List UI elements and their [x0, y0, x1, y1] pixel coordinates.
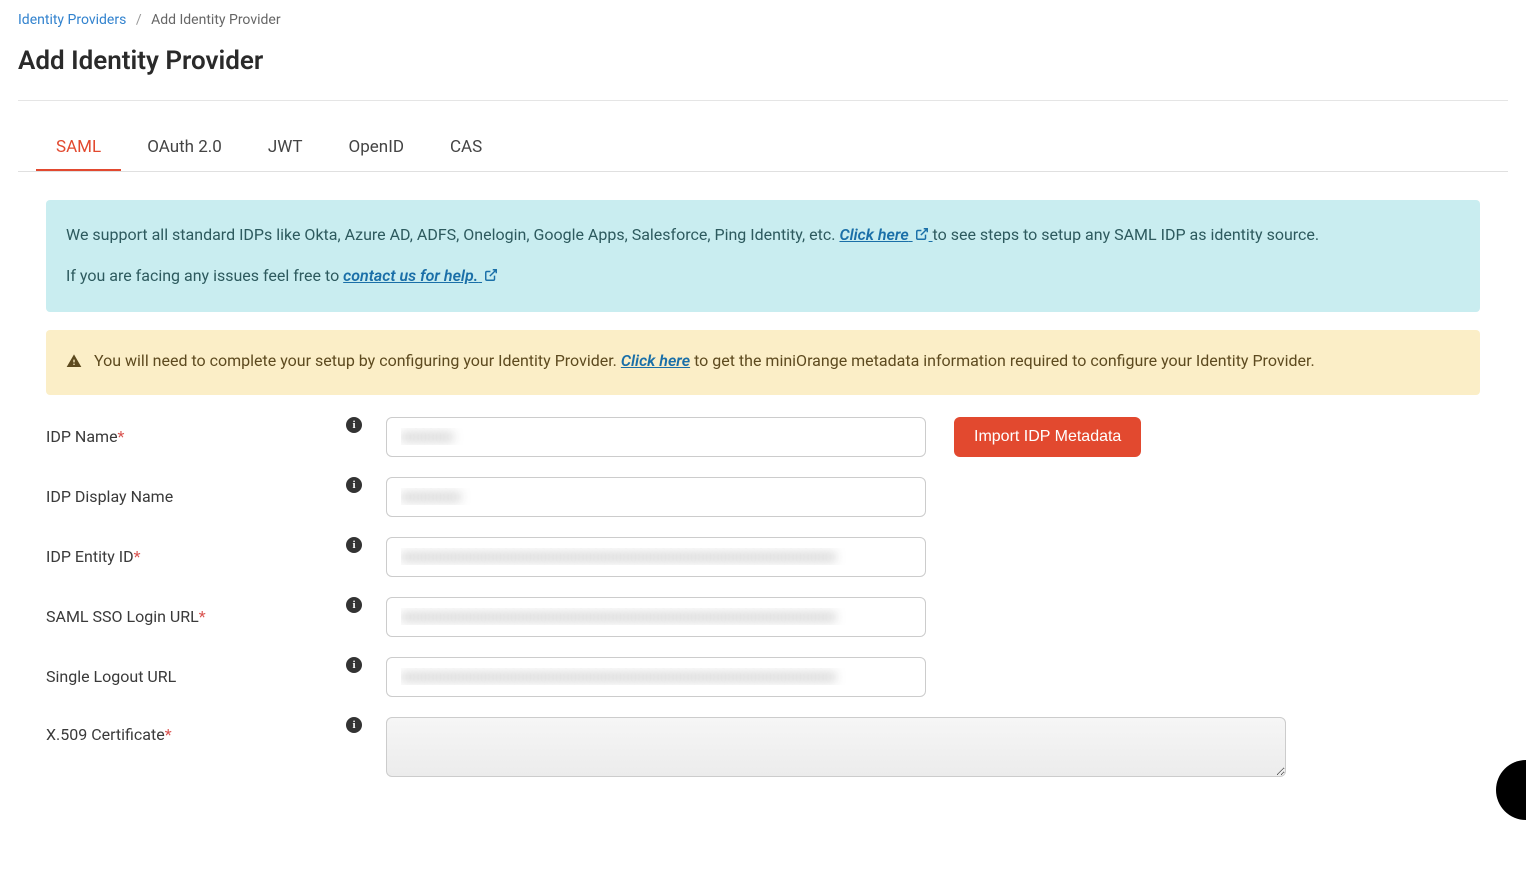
info-icon[interactable]: i [346, 417, 362, 433]
idp-name-input[interactable] [386, 417, 926, 457]
breadcrumb-current: Add Identity Provider [151, 12, 281, 28]
x509-certificate-input[interactable] [386, 717, 1286, 777]
warning-box: You will need to complete your setup by … [46, 330, 1480, 395]
breadcrumb: Identity Providers / Add Identity Provid… [18, 12, 1508, 28]
row-idp-display-name: IDP Display Name i [46, 477, 1480, 517]
breadcrumb-parent-link[interactable]: Identity Providers [18, 12, 126, 28]
info-icon[interactable]: i [346, 657, 362, 673]
label-saml-sso-login-url: SAML SSO Login URL* [46, 607, 346, 626]
contact-us-link[interactable]: contact us for help. [343, 266, 498, 285]
single-logout-url-input[interactable] [386, 657, 926, 697]
external-link-icon [484, 264, 498, 290]
idp-display-name-input[interactable] [386, 477, 926, 517]
warn-click-here-link[interactable]: Click here [621, 351, 690, 370]
info-icon[interactable]: i [346, 537, 362, 553]
title-divider [18, 100, 1508, 101]
label-idp-name: IDP Name* [46, 427, 346, 446]
info-icon[interactable]: i [346, 597, 362, 613]
info-click-here-text: Click here [839, 225, 908, 244]
row-idp-entity-id: IDP Entity ID* i [46, 537, 1480, 577]
tab-jwt[interactable]: JWT [248, 125, 323, 171]
info-line1-post: to see steps to setup any SAML IDP as id… [933, 225, 1320, 244]
info-line2-pre: If you are facing any issues feel free t… [66, 266, 343, 285]
page-title: Add Identity Provider [18, 46, 1508, 76]
info-icon[interactable]: i [346, 717, 362, 733]
label-x509-certificate: X.509 Certificate* [46, 717, 346, 744]
tabs: SAML OAuth 2.0 JWT OpenID CAS [18, 125, 1508, 172]
label-single-logout-url: Single Logout URL [46, 667, 346, 686]
breadcrumb-separator: / [136, 12, 142, 28]
tab-oauth2[interactable]: OAuth 2.0 [127, 125, 242, 171]
import-idp-metadata-button[interactable]: Import IDP Metadata [954, 417, 1141, 457]
warn-post: to get the miniOrange metadata informati… [694, 351, 1315, 370]
info-icon[interactable]: i [346, 477, 362, 493]
external-link-icon [915, 223, 929, 249]
saml-sso-login-url-input[interactable] [386, 597, 926, 637]
idp-entity-id-input[interactable] [386, 537, 926, 577]
info-click-here-link[interactable]: Click here [839, 225, 932, 244]
row-x509-certificate: X.509 Certificate* i [46, 717, 1480, 777]
label-idp-entity-id: IDP Entity ID* [46, 547, 346, 566]
row-idp-name: IDP Name* i Import IDP Metadata [46, 417, 1480, 457]
warning-icon [66, 351, 82, 377]
row-saml-sso-login-url: SAML SSO Login URL* i [46, 597, 1480, 637]
warn-pre: You will need to complete your setup by … [94, 351, 621, 370]
info-line1-pre: We support all standard IDPs like Okta, … [66, 225, 839, 244]
tab-cas[interactable]: CAS [430, 125, 502, 171]
info-box: We support all standard IDPs like Okta, … [46, 200, 1480, 312]
tab-saml[interactable]: SAML [36, 125, 121, 171]
label-idp-display-name: IDP Display Name [46, 487, 346, 506]
tab-openid[interactable]: OpenID [329, 125, 424, 171]
contact-us-text: contact us for help. [343, 266, 478, 285]
row-single-logout-url: Single Logout URL i [46, 657, 1480, 697]
